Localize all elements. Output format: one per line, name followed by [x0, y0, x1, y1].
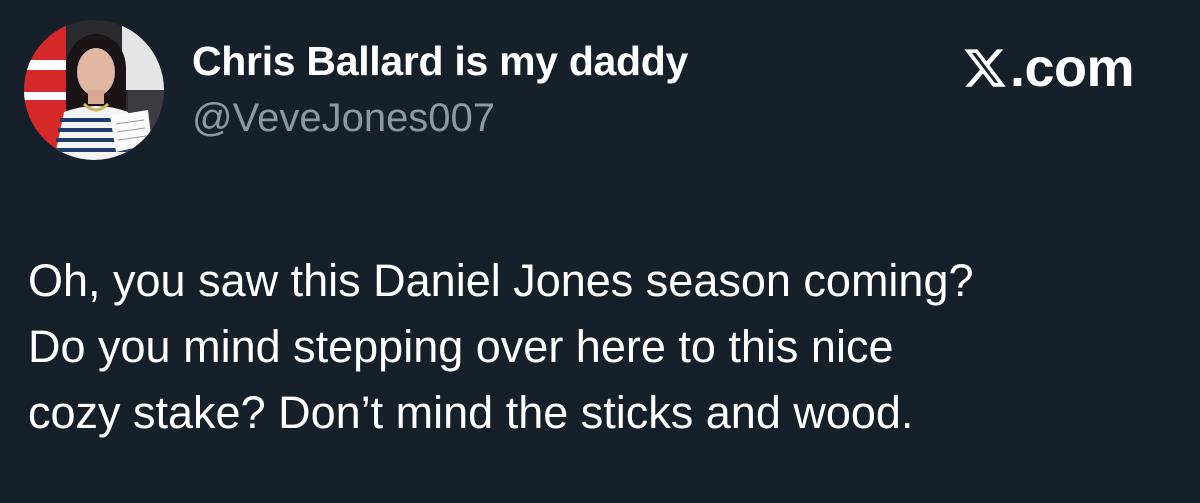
tweet-body: Oh, you saw this Daniel Jones season com…	[28, 248, 1178, 446]
tweet-line: Do you mind stepping over here to this n…	[28, 321, 894, 372]
author-display-name[interactable]: Chris Ballard is my daddy	[192, 38, 688, 85]
x-logo-icon	[964, 49, 1006, 87]
tweet-line: Oh, you saw this Daniel Jones season com…	[28, 255, 974, 306]
brand-domain-label: .com	[1010, 38, 1135, 98]
avatar-photo-icon	[24, 20, 164, 160]
author-handle[interactable]: @VeveJones007	[192, 96, 495, 141]
tweet-card: Chris Ballard is my daddy @VeveJones007 …	[0, 0, 1200, 503]
avatar[interactable]	[24, 20, 164, 160]
brand-watermark: .com	[962, 38, 1135, 98]
tweet-line: cozy stake? Don’t mind the sticks and wo…	[28, 387, 914, 438]
